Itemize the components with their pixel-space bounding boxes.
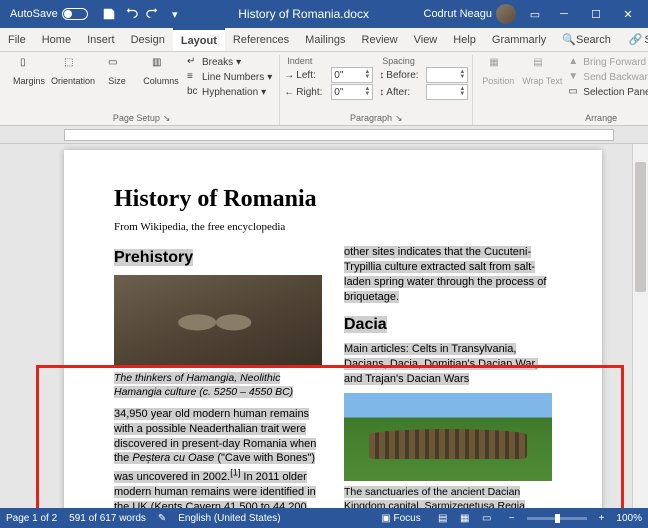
selection-pane-button[interactable]: ▭Selection Pane (565, 85, 648, 99)
spacing-header: Spacing (379, 55, 468, 66)
breaks-button[interactable]: ↵Breaks ▾ (184, 55, 275, 69)
spacing-after[interactable]: ↕ After:▲▼ (379, 84, 468, 100)
tab-help[interactable]: Help (445, 28, 484, 51)
size-button[interactable]: ▭Size (96, 55, 138, 89)
dialog-launcher-icon[interactable]: ↘ (163, 113, 171, 124)
ruler-area (0, 126, 648, 144)
group-arrange: ▦Position ▤Wrap Text ▲Bring Forward ▾ ▼S… (473, 55, 648, 125)
document-area: History of Romania From Wikipedia, the f… (0, 144, 648, 508)
share-button[interactable]: 🔗 Share (619, 28, 648, 51)
page-subtitle: From Wikipedia, the free encyclopedia (114, 221, 552, 233)
tab-design[interactable]: Design (123, 28, 173, 51)
minimize-button[interactable]: ─ (548, 0, 580, 28)
redo-icon[interactable] (146, 7, 160, 21)
columns-button[interactable]: ▥Columns (140, 55, 182, 89)
user-account[interactable]: Codrut Neagu (418, 4, 523, 24)
bring-forward-button: ▲Bring Forward ▾ (565, 55, 648, 69)
ruler[interactable] (64, 129, 614, 141)
status-words[interactable]: 591 of 617 words (69, 513, 146, 524)
undo-icon[interactable] (124, 7, 138, 21)
search-button[interactable]: 🔍 Search (554, 28, 619, 51)
hyphenation-button[interactable]: bcHyphenation ▾ (184, 85, 275, 99)
save-icon[interactable] (102, 7, 116, 21)
column-1: Prehistory The thinkers of Hamangia, Neo… (114, 245, 322, 508)
ribbon-display-icon[interactable]: ▭ (528, 7, 542, 21)
tab-references[interactable]: References (225, 28, 297, 51)
document-title: History of Romania.docx (190, 7, 418, 21)
tab-grammarly[interactable]: Grammarly (484, 28, 554, 51)
user-name: Codrut Neagu (424, 8, 493, 20)
maximize-button[interactable]: ☐ (580, 0, 612, 28)
status-page[interactable]: Page 1 of 2 (6, 513, 57, 524)
zoom-slider[interactable] (527, 517, 587, 520)
image-hamangia-thinkers (114, 275, 322, 367)
view-print-layout[interactable]: ▦ (455, 510, 475, 526)
group-label-page-setup: Page Setup (113, 113, 160, 123)
send-backward-button: ▼Send Backward ▾ (565, 70, 648, 84)
wrap-text-button: ▤Wrap Text (521, 55, 563, 89)
tab-view[interactable]: View (406, 28, 446, 51)
window-controls: ─ ☐ ✕ (548, 0, 644, 28)
orientation-button[interactable]: ⬚Orientation (52, 55, 94, 89)
heading-prehistory: Prehistory (114, 247, 322, 269)
main-articles: Main articles: Celts in Transylvania, Da… (344, 342, 552, 387)
group-paragraph: Indent → Left:0"▲▼ ← Right:0"▲▼ Spacing … (280, 55, 473, 125)
statusbar: Page 1 of 2 591 of 617 words ✎ English (… (0, 508, 648, 528)
position-button: ▦Position (477, 55, 519, 89)
qat-more-icon[interactable]: ▾ (168, 7, 182, 21)
ribbon: ▯Margins ⬚Orientation ▭Size ▥Columns ↵Br… (0, 52, 648, 126)
zoom-out-button[interactable]: − (509, 513, 515, 524)
toggle-icon (62, 8, 88, 20)
focus-mode-button[interactable]: ▣ Focus (381, 513, 420, 524)
page-title: History of Romania (114, 186, 552, 213)
body-paragraph-2: other sites indicates that the Cucuteni-… (344, 245, 552, 304)
view-read-mode[interactable]: ▤ (433, 510, 453, 526)
titlebar: AutoSave ▾ History of Romania.docx Codru… (0, 0, 648, 28)
group-page-setup: ▯Margins ⬚Orientation ▭Size ▥Columns ↵Br… (4, 55, 280, 125)
spacing-before[interactable]: ↕ Before:▲▼ (379, 67, 468, 83)
search-label: Search (576, 34, 611, 46)
autosave-label: AutoSave (10, 8, 58, 20)
caption-hamangia: The thinkers of Hamangia, Neolithic Hama… (114, 371, 322, 399)
view-web-layout[interactable]: ▭ (477, 510, 497, 526)
status-spellcheck-icon[interactable]: ✎ (158, 513, 166, 524)
tab-mailings[interactable]: Mailings (297, 28, 353, 51)
group-label-paragraph: Paragraph (350, 113, 392, 123)
share-label: Share (645, 34, 648, 46)
margins-button[interactable]: ▯Margins (8, 55, 50, 89)
tab-home[interactable]: Home (34, 28, 79, 51)
status-language[interactable]: English (United States) (178, 513, 280, 524)
group-label-arrange: Arrange (585, 113, 617, 123)
zoom-level[interactable]: 100% (616, 513, 642, 524)
dialog-launcher-icon[interactable]: ↘ (395, 113, 403, 124)
body-paragraph-1: 34,950 year old modern human remains wit… (114, 407, 322, 508)
heading-dacia: Dacia (344, 314, 552, 336)
indent-left[interactable]: → Left:0"▲▼ (284, 67, 373, 83)
ribbon-tabs: File Home Insert Design Layout Reference… (0, 28, 648, 52)
line-numbers-button[interactable]: ≡Line Numbers ▾ (184, 70, 275, 84)
caption-sarmizegetusa: The sanctuaries of the ancient Dacian Ki… (344, 485, 552, 509)
tab-file[interactable]: File (0, 28, 34, 51)
vertical-scrollbar[interactable] (632, 144, 648, 508)
tab-insert[interactable]: Insert (79, 28, 123, 51)
zoom-in-button[interactable]: + (599, 513, 605, 524)
quick-access-toolbar: ▾ (94, 7, 190, 21)
autosave-toggle[interactable]: AutoSave (4, 8, 94, 20)
image-sarmizegetusa (344, 393, 552, 481)
column-2: other sites indicates that the Cucuteni-… (344, 245, 552, 508)
scroll-thumb[interactable] (635, 162, 646, 292)
avatar (496, 4, 516, 24)
indent-header: Indent (284, 55, 373, 66)
tab-layout[interactable]: Layout (173, 28, 225, 51)
tab-review[interactable]: Review (354, 28, 406, 51)
close-button[interactable]: ✕ (612, 0, 644, 28)
page[interactable]: History of Romania From Wikipedia, the f… (64, 150, 602, 508)
indent-right[interactable]: ← Right:0"▲▼ (284, 84, 373, 100)
